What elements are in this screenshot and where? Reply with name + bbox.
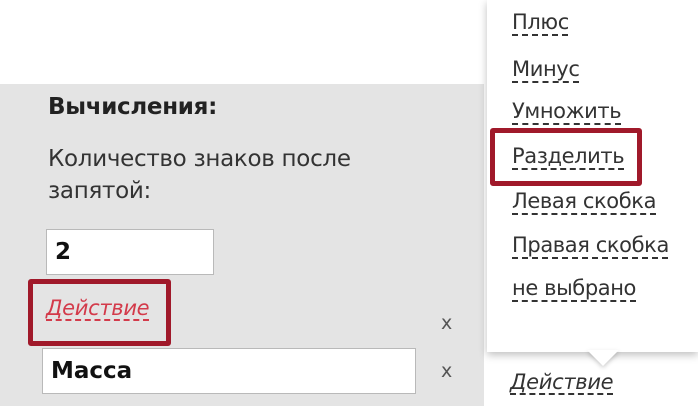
decimals-label: Количество знаков после запятой: (48, 146, 351, 204)
calculation-title: Вычисления: (48, 94, 217, 120)
remove-field-icon[interactable]: x (441, 362, 452, 381)
mass-field[interactable] (42, 348, 416, 394)
divide-item-highlight (490, 128, 642, 186)
dropdown-item-minus[interactable]: Минус (512, 57, 580, 81)
action-link-highlight (28, 279, 171, 346)
remove-action-icon[interactable]: x (441, 314, 452, 333)
action-trigger[interactable]: Действие (510, 370, 614, 394)
calculation-editor: Вычисления: Количество знаков после запя… (0, 0, 698, 406)
dropdown-item-left-bracket[interactable]: Левая скобка (512, 189, 656, 213)
dropdown-item-multiply[interactable]: Умножить (512, 99, 622, 123)
dropdown-pointer-icon (587, 350, 619, 366)
dropdown-item-right-bracket[interactable]: Правая скобка (512, 233, 669, 257)
dropdown-item-plus[interactable]: Плюс (512, 10, 569, 34)
dropdown-item-none[interactable]: не выбрано (512, 276, 636, 300)
decimals-input[interactable] (46, 229, 214, 275)
